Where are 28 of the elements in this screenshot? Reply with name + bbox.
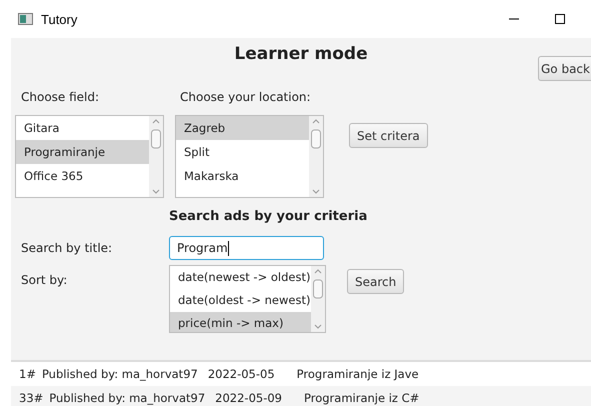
result-title: Programiranje iz Jave <box>296 367 419 381</box>
list-item[interactable]: Programiranje <box>16 140 149 164</box>
field-label: Choose field: <box>21 90 100 104</box>
list-item[interactable]: price(min -> max) <box>170 312 311 332</box>
go-back-button[interactable]: Go back <box>538 56 591 81</box>
scrollbar[interactable] <box>311 266 325 332</box>
result-publisher: Published by: ma_horvat97 <box>42 367 198 381</box>
app-icon <box>18 13 33 25</box>
list-item[interactable]: Zagreb <box>176 116 309 140</box>
result-date: 2022-05-09 <box>215 391 282 405</box>
sort-label: Sort by: <box>21 273 68 287</box>
result-title: Programiranje iz C# <box>304 391 420 405</box>
maximize-icon[interactable] <box>553 12 567 26</box>
result-number: 1# <box>19 367 36 381</box>
scrollbar[interactable] <box>149 116 163 197</box>
search-field[interactable]: Program <box>169 236 324 260</box>
result-publisher: Published by: ma_horvat97 <box>49 391 206 405</box>
result-number: 33# <box>19 391 44 405</box>
page-heading: Learner mode <box>233 44 369 64</box>
result-row[interactable]: 1# Published by: ma_horvat97 2022-05-05 Programiranje iz Jave <box>11 362 591 386</box>
window-title: Tutory <box>41 12 78 26</box>
scrollbar[interactable] <box>309 116 323 197</box>
search-button[interactable]: Search <box>347 269 404 294</box>
set-criteria-button[interactable]: Set critera <box>349 123 428 148</box>
section-heading: Search ads by your criteria <box>169 209 368 224</box>
result-date: 2022-05-05 <box>208 367 275 381</box>
search-label: Search by title: <box>21 241 114 255</box>
location-label: Choose your location: <box>180 90 311 104</box>
